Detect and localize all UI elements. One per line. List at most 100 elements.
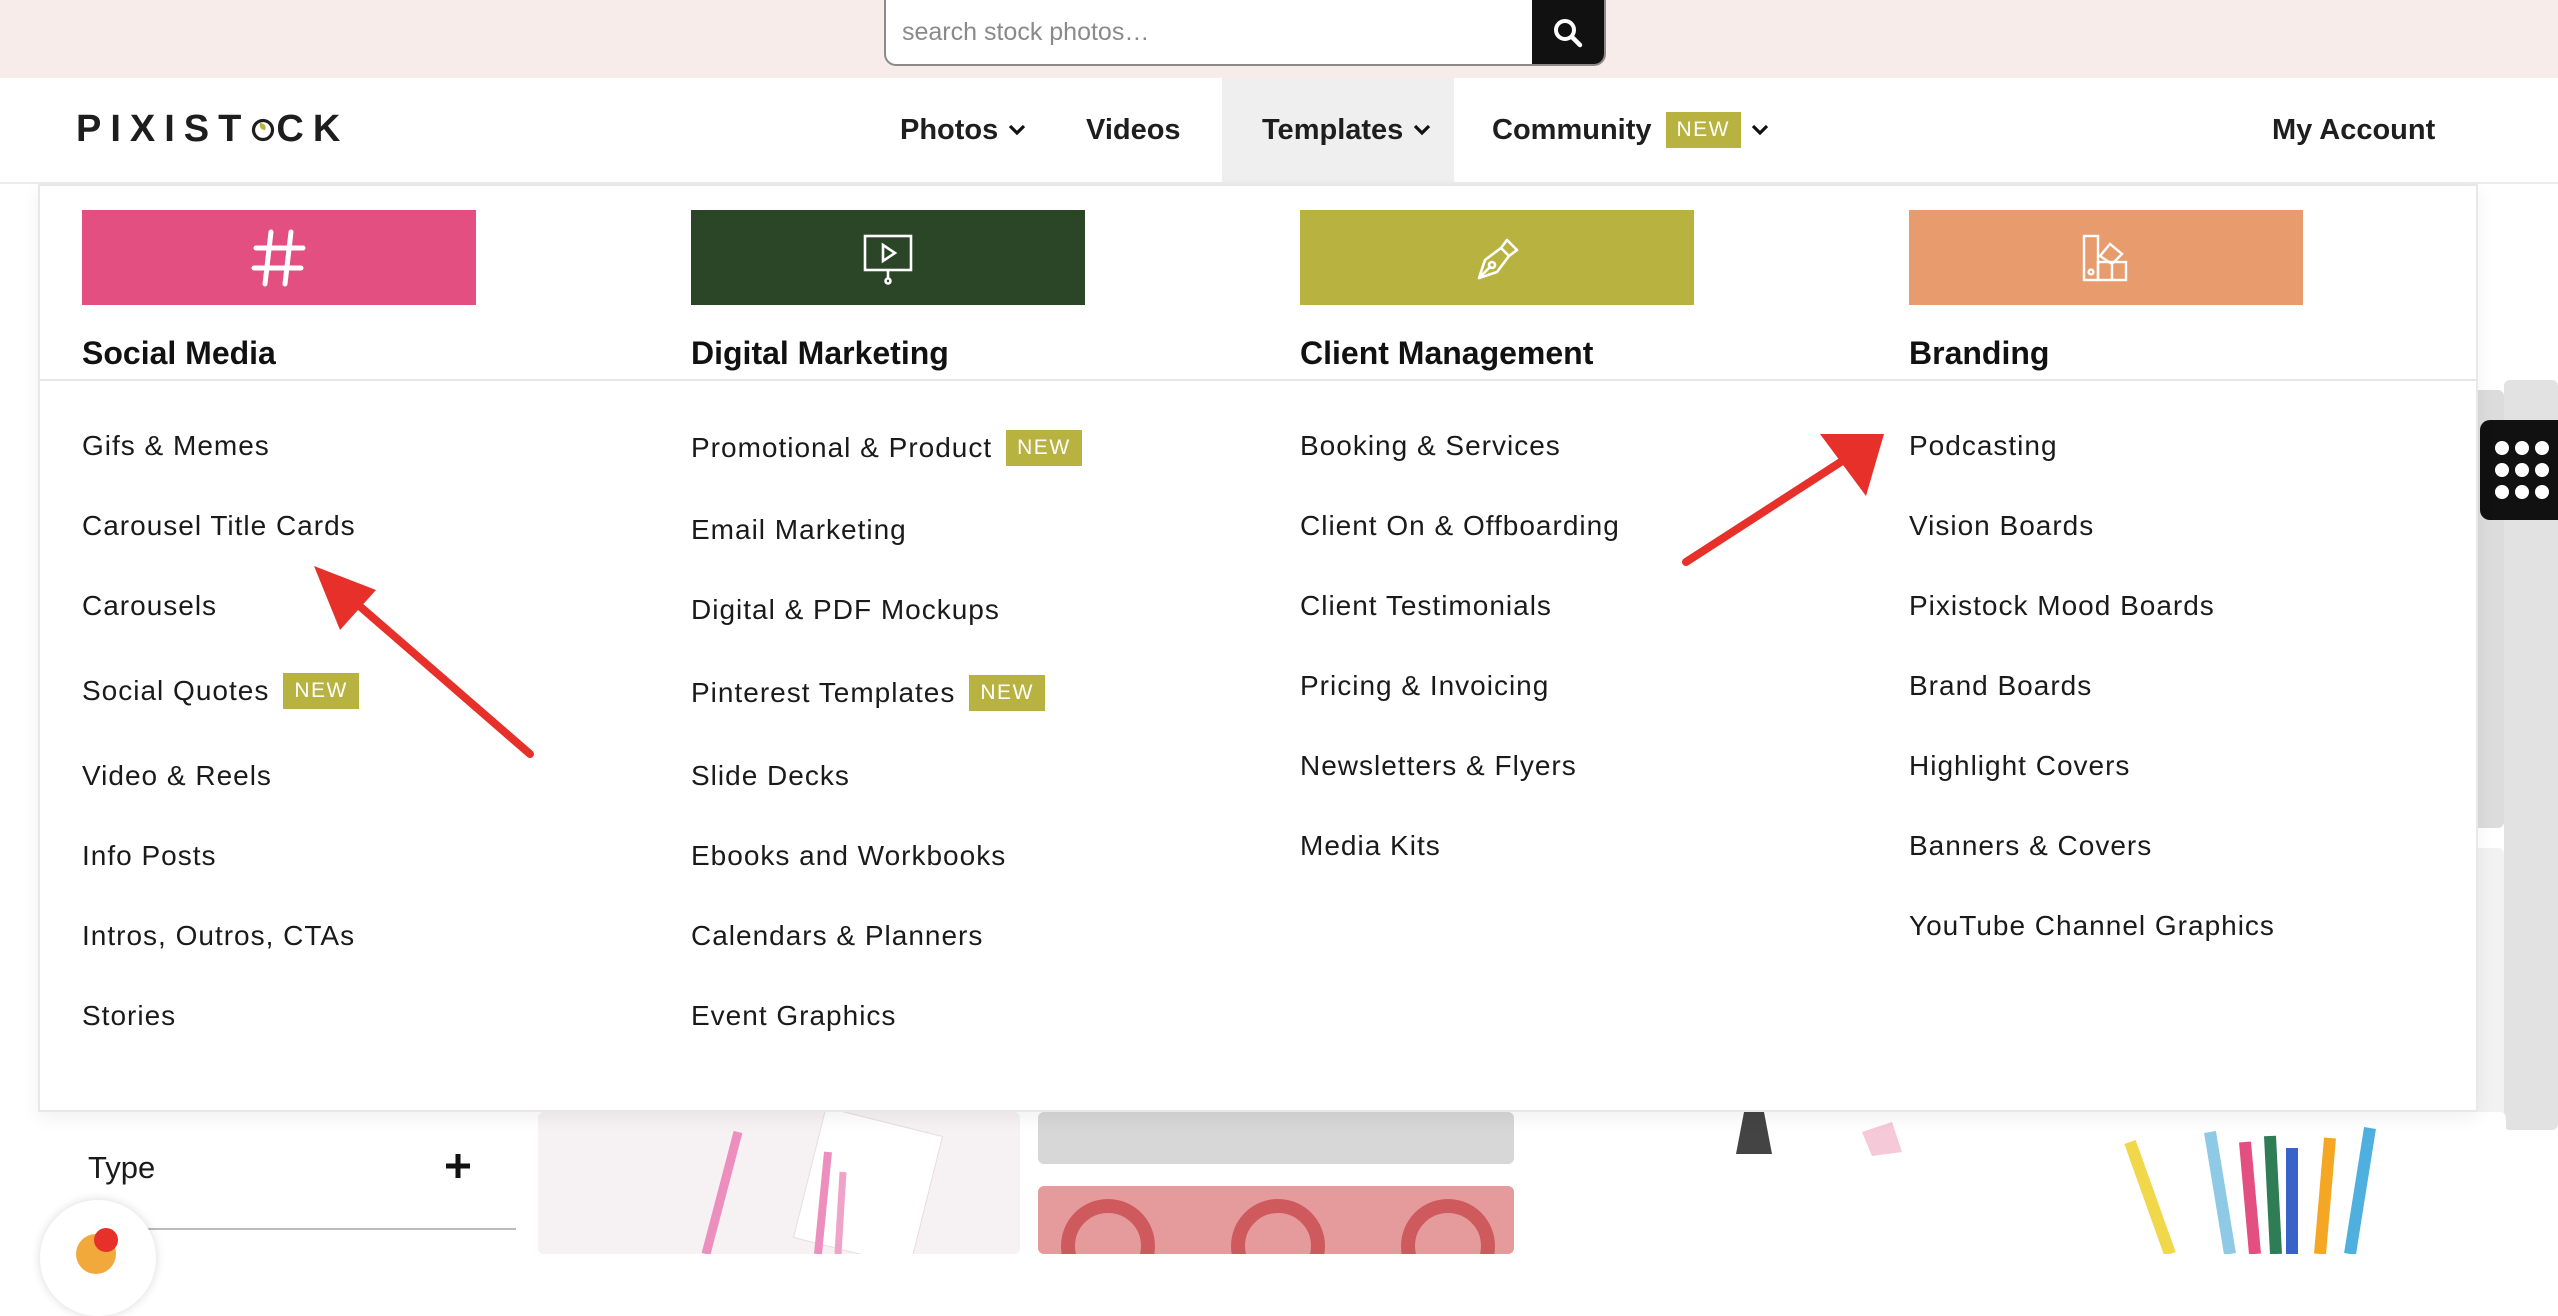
nav-templates[interactable]: Templates bbox=[1222, 78, 1454, 182]
app-grid-button[interactable] bbox=[2480, 420, 2558, 520]
menu-item-label: Carousel Title Cards bbox=[82, 510, 356, 541]
nav-photos-label: Photos bbox=[900, 113, 999, 146]
menu-item-youtube-channel-graphics[interactable]: YouTube Channel Graphics bbox=[1909, 886, 2275, 966]
nav-videos[interactable]: Videos bbox=[1086, 78, 1181, 182]
chevron-down-icon bbox=[1413, 124, 1431, 136]
filter-type-label: Type bbox=[88, 1150, 156, 1185]
menu-item-highlight-covers[interactable]: Highlight Covers bbox=[1909, 726, 2275, 806]
menu-item-booking-services[interactable]: Booking & Services bbox=[1300, 406, 1620, 486]
menu-item-podcasting[interactable]: Podcasting bbox=[1909, 406, 2275, 486]
pencils-illustration bbox=[2124, 1127, 2376, 1257]
background-photo[interactable] bbox=[1038, 1112, 1514, 1164]
menu-item-label: Digital & PDF Mockups bbox=[691, 594, 1000, 625]
menu-item-promotional-product[interactable]: Promotional & Product NEW bbox=[691, 406, 1082, 490]
menu-item-pixistock-mood-boards[interactable]: Pixistock Mood Boards bbox=[1909, 566, 2275, 646]
new-badge: NEW bbox=[969, 675, 1045, 711]
menu-item-label: Video & Reels bbox=[82, 760, 272, 791]
pixistock-logo[interactable]: PIXIST CK bbox=[76, 108, 349, 151]
menu-divider bbox=[40, 379, 2476, 381]
menu-item-client-testimonials[interactable]: Client Testimonials bbox=[1300, 566, 1620, 646]
menu-item-label: Banners & Covers bbox=[1909, 830, 2153, 861]
menu-column-digital-marketing: Digital Marketing bbox=[691, 210, 1251, 372]
search-bar bbox=[884, 0, 1606, 66]
leaf-o-icon bbox=[252, 118, 275, 141]
menu-item-label: Email Marketing bbox=[691, 514, 907, 545]
column-title-client-management[interactable]: Client Management bbox=[1300, 335, 1860, 372]
menu-item-label: Social Quotes bbox=[82, 675, 270, 706]
social-media-tile[interactable] bbox=[82, 210, 476, 305]
background-photo-pencils[interactable] bbox=[2030, 1112, 2506, 1257]
column-title-branding[interactable]: Branding bbox=[1909, 335, 2469, 372]
menu-item-label: Brand Boards bbox=[1909, 670, 2093, 701]
menu-item-vision-boards[interactable]: Vision Boards bbox=[1909, 486, 2275, 566]
nav-community[interactable]: Community NEW bbox=[1492, 78, 1769, 182]
pencil-illustration bbox=[701, 1106, 944, 1268]
menu-item-label: Carousels bbox=[82, 590, 218, 621]
plus-icon[interactable] bbox=[444, 1152, 472, 1180]
filter-type[interactable]: Type bbox=[88, 1140, 516, 1230]
chevron-down-icon bbox=[1751, 124, 1769, 136]
menu-item-label: Promotional & Product bbox=[691, 432, 993, 463]
menu-column-social-media: Social Media bbox=[82, 210, 642, 372]
menu-item-ebooks-workbooks[interactable]: Ebooks and Workbooks bbox=[691, 816, 1082, 896]
menu-item-slide-decks[interactable]: Slide Decks bbox=[691, 736, 1082, 816]
menu-item-label: Info Posts bbox=[82, 840, 217, 871]
menu-item-intros-outros-ctas[interactable]: Intros, Outros, CTAs bbox=[82, 896, 359, 976]
menu-item-digital-pdf-mockups[interactable]: Digital & PDF Mockups bbox=[691, 570, 1082, 650]
nav-templates-label: Templates bbox=[1262, 113, 1404, 146]
menu-item-label: Event Graphics bbox=[691, 1000, 897, 1031]
background-photo-eiffel[interactable] bbox=[1532, 1112, 2008, 1228]
column-title-social-media[interactable]: Social Media bbox=[82, 335, 642, 372]
hashtag-icon bbox=[251, 229, 306, 286]
nav-community-label: Community bbox=[1492, 113, 1652, 146]
menu-item-email-marketing[interactable]: Email Marketing bbox=[691, 490, 1082, 570]
menu-item-brand-boards[interactable]: Brand Boards bbox=[1909, 646, 2275, 726]
nav-my-account-label: My Account bbox=[2272, 113, 2436, 146]
menu-item-event-graphics[interactable]: Event Graphics bbox=[691, 976, 1082, 1056]
annotation-arrow-right bbox=[1682, 434, 1884, 566]
menu-item-gifs-memes[interactable]: Gifs & Memes bbox=[82, 406, 359, 486]
new-badge: NEW bbox=[1665, 112, 1741, 148]
menu-item-carousel-title-cards[interactable]: Carousel Title Cards bbox=[82, 486, 359, 566]
digital-marketing-tile[interactable] bbox=[691, 210, 1085, 305]
menu-item-pricing-invoicing[interactable]: Pricing & Invoicing bbox=[1300, 646, 1620, 726]
menu-item-pinterest-templates[interactable]: Pinterest Templates NEW bbox=[691, 650, 1082, 736]
client-management-tile[interactable] bbox=[1300, 210, 1694, 305]
top-search-band bbox=[0, 0, 2558, 78]
menu-item-label: Highlight Covers bbox=[1909, 750, 2131, 781]
menu-item-label: Pricing & Invoicing bbox=[1300, 670, 1550, 701]
menu-item-newsletters-flyers[interactable]: Newsletters & Flyers bbox=[1300, 726, 1620, 806]
menu-item-label: Slide Decks bbox=[691, 760, 850, 791]
menu-item-label: Newsletters & Flyers bbox=[1300, 750, 1577, 781]
search-button[interactable] bbox=[1532, 0, 1604, 64]
menu-item-label: Booking & Services bbox=[1300, 430, 1561, 461]
menu-item-label: Gifs & Memes bbox=[82, 430, 270, 461]
menu-item-media-kits[interactable]: Media Kits bbox=[1300, 806, 1620, 886]
background-photo-notebook[interactable] bbox=[538, 1106, 1020, 1268]
nav-photos[interactable]: Photos bbox=[900, 78, 1026, 182]
search-input[interactable] bbox=[886, 0, 1536, 64]
swatches-icon bbox=[2082, 234, 2128, 281]
filter-divider bbox=[88, 1228, 516, 1230]
menu-item-label: Vision Boards bbox=[1909, 510, 2095, 541]
presentation-icon bbox=[863, 234, 913, 285]
new-badge: NEW bbox=[1006, 430, 1082, 466]
menu-item-client-on-offboarding[interactable]: Client On & Offboarding bbox=[1300, 486, 1620, 566]
menu-item-label: Podcasting bbox=[1909, 430, 2058, 461]
background-photo-coral[interactable] bbox=[1038, 1186, 1514, 1293]
menu-item-banners-covers[interactable]: Banners & Covers bbox=[1909, 806, 2275, 886]
column-title-digital-marketing[interactable]: Digital Marketing bbox=[691, 335, 1251, 372]
menu-item-stories[interactable]: Stories bbox=[82, 976, 359, 1056]
nav-my-account[interactable]: My Account bbox=[2272, 78, 2435, 182]
menu-item-label: Pinterest Templates bbox=[691, 677, 956, 708]
notification-count-badge bbox=[94, 1228, 118, 1252]
notification-widget[interactable] bbox=[40, 1200, 156, 1316]
menu-item-label: Calendars & Planners bbox=[691, 920, 984, 951]
chevron-down-icon bbox=[1008, 124, 1026, 136]
menu-item-calendars-planners[interactable]: Calendars & Planners bbox=[691, 896, 1082, 976]
menu-item-info-posts[interactable]: Info Posts bbox=[82, 816, 359, 896]
menu-item-label: Ebooks and Workbooks bbox=[691, 840, 1007, 871]
menu-item-label: YouTube Channel Graphics bbox=[1909, 910, 2275, 941]
branding-tile[interactable] bbox=[1909, 210, 2303, 305]
menu-column-branding: Branding bbox=[1909, 210, 2469, 372]
